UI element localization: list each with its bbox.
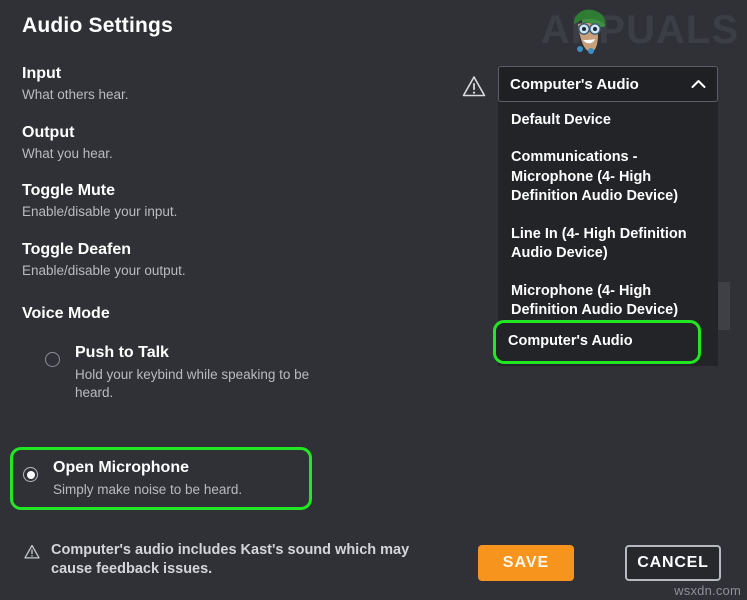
audio-device-select-button[interactable]: Computer's Audio xyxy=(498,66,718,102)
warning-triangle-icon xyxy=(462,76,486,97)
radio-option-open-microphone[interactable]: Open Microphone Simply make noise to be … xyxy=(10,447,312,511)
setting-title-toggle-mute: Toggle Mute xyxy=(22,182,116,200)
setting-title-toggle-deafen: Toggle Deafen xyxy=(22,240,132,258)
radio-option-push-to-talk[interactable]: Push to Talk Hold your keybind while spe… xyxy=(32,332,334,413)
save-button[interactable]: SAVE xyxy=(478,545,574,581)
footer-warning-note: Computer's audio includes Kast's sound w… xyxy=(24,541,444,580)
setting-row-input: Input What others hear. xyxy=(22,64,452,104)
voice-mode-heading: Voice Mode xyxy=(22,305,110,323)
radio-button-push-to-talk[interactable] xyxy=(45,352,60,368)
dropdown-item-communications[interactable]: Communications - Microphone (4- High Def… xyxy=(498,139,718,215)
audio-device-select-value: Computer's Audio xyxy=(510,75,639,93)
setting-desc-input: What others hear. xyxy=(22,87,129,102)
setting-title-input: Input xyxy=(22,65,62,82)
appuals-logo: APPUALS xyxy=(524,2,739,58)
dropdown-scrollbar-thumb[interactable] xyxy=(718,282,730,330)
setting-title-output: Output xyxy=(22,123,75,141)
warning-triangle-icon xyxy=(24,544,40,559)
appuals-logo-text: APPUALS xyxy=(540,8,739,52)
radio-label-open-microphone: Open Microphone xyxy=(53,459,189,476)
setting-desc-toggle-mute: Enable/disable your input. xyxy=(22,204,178,220)
radio-desc-open-microphone: Simply make noise to be heard. xyxy=(53,481,243,497)
footer-note-text: Computer's audio includes Kast's sound w… xyxy=(51,542,410,578)
cancel-button[interactable]: CANCEL xyxy=(625,545,721,581)
setting-row-toggle-mute: Toggle Mute Enable/disable your input. xyxy=(22,181,452,221)
radio-button-open-microphone[interactable] xyxy=(23,467,38,482)
radio-label-push-to-talk: Push to Talk xyxy=(75,344,169,362)
audio-settings-panel: Audio Settings Input What others hear. O… xyxy=(22,14,452,413)
dropdown-item-line-in[interactable]: Line In (4- High Definition Audio Device… xyxy=(498,216,718,273)
chevron-up-icon[interactable] xyxy=(691,79,706,89)
setting-row-output: Output What you hear. xyxy=(22,123,452,163)
appuals-mascot-icon xyxy=(574,9,606,54)
setting-row-toggle-deafen: Toggle Deafen Enable/disable your output… xyxy=(22,240,452,280)
page-title: Audio Settings xyxy=(22,14,173,37)
site-watermark: wsxdn.com xyxy=(674,583,741,598)
dropdown-item-default-device[interactable]: Default Device xyxy=(498,102,718,139)
dropdown-item-computers-audio[interactable]: Computer's Audio xyxy=(493,320,701,364)
radio-desc-push-to-talk: Hold your keybind while speaking to be h… xyxy=(75,366,310,400)
setting-desc-output: What you hear. xyxy=(22,145,113,161)
setting-desc-toggle-deafen: Enable/disable your output. xyxy=(22,262,186,278)
